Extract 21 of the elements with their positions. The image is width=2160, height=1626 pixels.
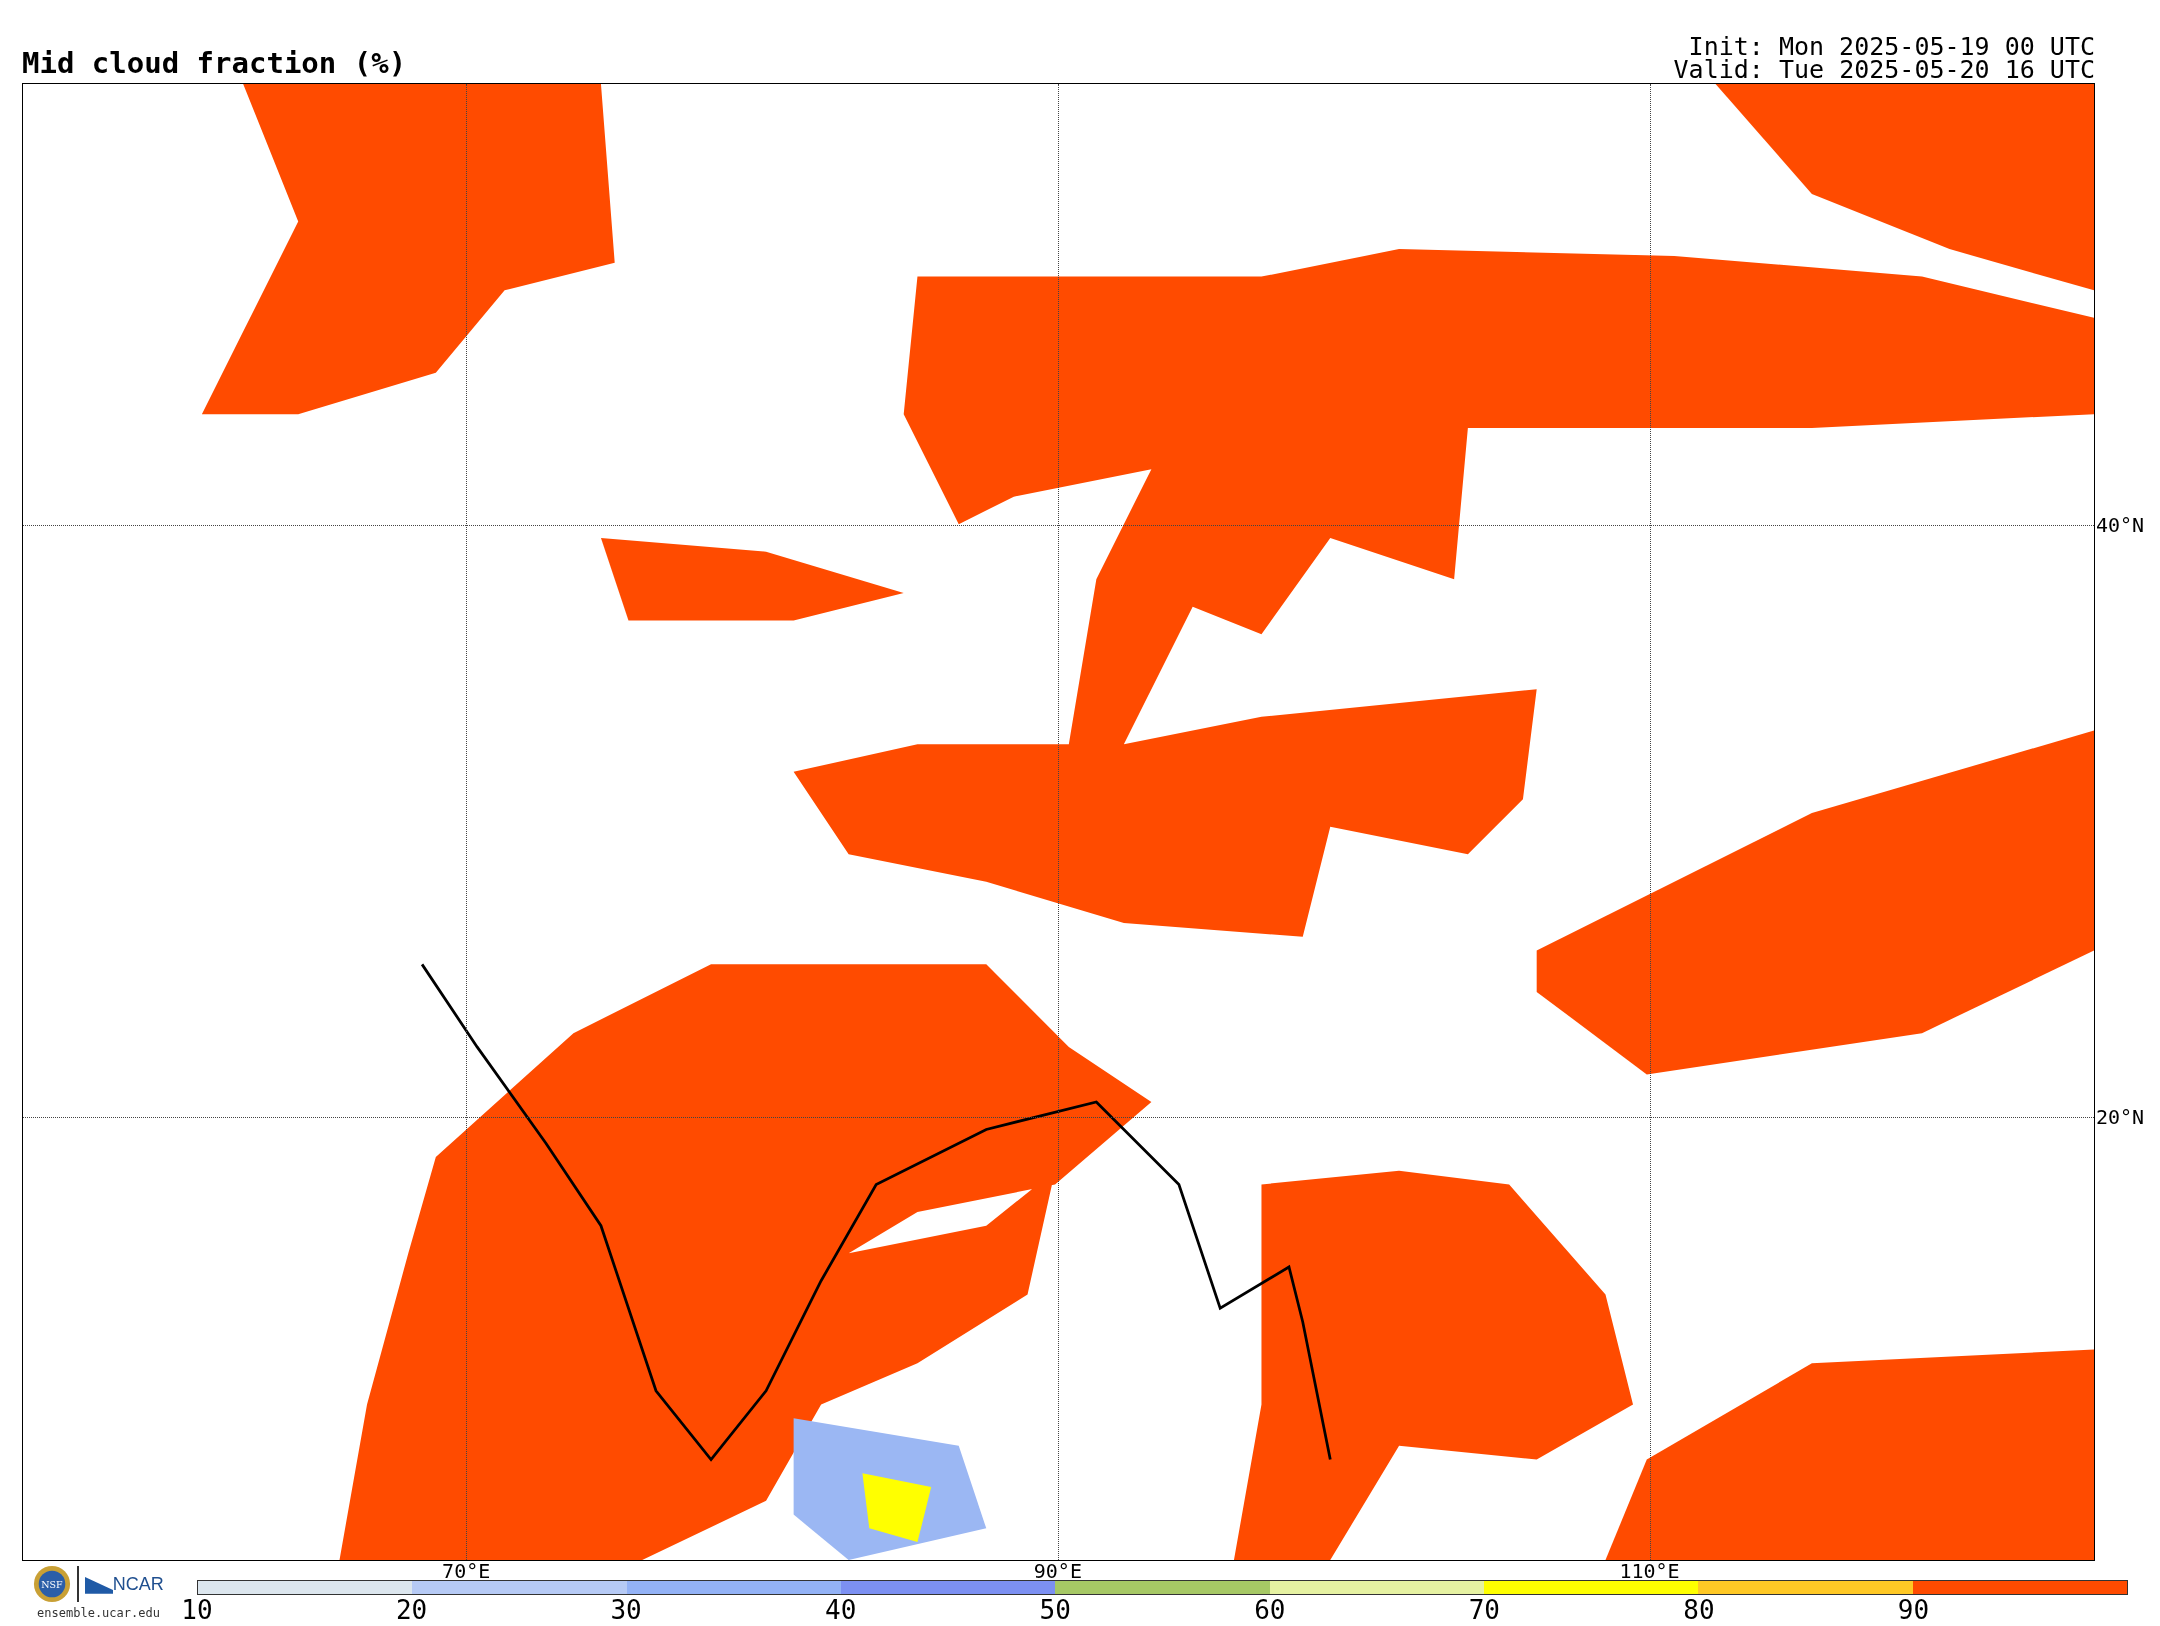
latitude-label: 40°N bbox=[2096, 513, 2145, 538]
longitude-label: 90°E bbox=[1033, 1561, 1082, 1581]
colorbar-label: 30 bbox=[610, 1597, 642, 1623]
chart-title: Mid cloud fraction (%) bbox=[22, 49, 407, 78]
colorbar-label: 70 bbox=[1468, 1597, 1501, 1623]
colorbar-label: 50 bbox=[1039, 1597, 1071, 1623]
ncar-logo-icon bbox=[84, 1574, 113, 1594]
init-time: Init: Mon 2025-05-19 00 UTC bbox=[1688, 35, 2095, 58]
colorbar-label: 20 bbox=[395, 1597, 428, 1623]
longitude-label: 110°E bbox=[1619, 1561, 1680, 1581]
nsf-logo-icon: NSF bbox=[33, 1565, 72, 1603]
colorbar-label: 80 bbox=[1683, 1597, 1715, 1623]
colorbar-label: 60 bbox=[1254, 1597, 1286, 1623]
latitude-label: 20°N bbox=[2096, 1105, 2145, 1130]
ncar-logo-text: NCAR bbox=[112, 1573, 164, 1595]
site-url: ensemble.ucar.edu bbox=[37, 1606, 160, 1620]
colorbar-label: 90 bbox=[1897, 1597, 1930, 1623]
valid-time: Valid: Tue 2025-05-20 16 UTC bbox=[1673, 58, 2095, 81]
longitude-label: 70°E bbox=[442, 1561, 491, 1581]
colorbar-label: 10 bbox=[181, 1597, 213, 1623]
colorbar-label: 40 bbox=[825, 1597, 857, 1623]
